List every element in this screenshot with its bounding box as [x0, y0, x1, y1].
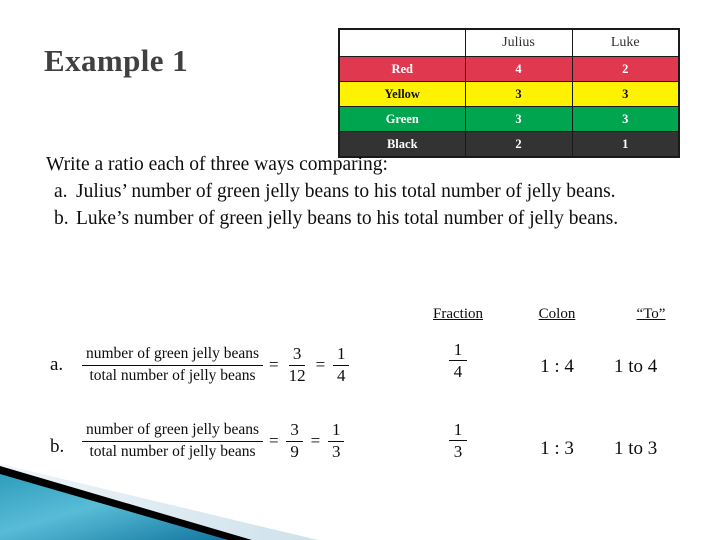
- word-fraction-b: number of green jelly beans total number…: [82, 421, 264, 461]
- teal-wedge-shape: [0, 474, 228, 540]
- answer-b-fraction-numerator: 1: [448, 420, 468, 442]
- prompt-item-a-text: Julius’ number of green jelly beans to h…: [76, 180, 616, 202]
- raw-fraction-a: 3 12: [285, 344, 310, 385]
- table-header-row: Julius Luke: [338, 28, 680, 57]
- answer-a-colon: 1 : 4: [540, 356, 574, 377]
- answer-a-fraction: 1 4: [416, 340, 500, 381]
- cell-red-luke: 2: [571, 56, 680, 82]
- table-row: Yellow 3 3: [338, 81, 680, 107]
- raw-fraction-a-numerator: 3: [288, 344, 306, 366]
- column-header-colon: Colon: [538, 306, 576, 322]
- answer-b-fraction-denominator: 3: [453, 442, 463, 462]
- question-prompt: Write a ratio each of three ways compari…: [46, 152, 686, 233]
- simplified-fraction-a-numerator: 1: [332, 344, 350, 366]
- prompt-item-b-text: Luke’s number of green jelly beans to hi…: [76, 207, 619, 229]
- cell-green-julius: 3: [464, 106, 573, 132]
- word-fraction-b-numerator: number of green jelly beans: [82, 421, 264, 442]
- slide-canvas: Example 1 Julius Luke Red 4 2 Yellow 3 3: [0, 0, 720, 540]
- answer-row-a-marker: a.: [50, 354, 64, 375]
- raw-fraction-a-denominator: 12: [288, 365, 306, 385]
- answer-row-b-marker: b.: [50, 436, 65, 457]
- word-fraction-a: number of green jelly beans total number…: [82, 345, 264, 385]
- table-body: Red 4 2 Yellow 3 3 Green 3 3 Black 2 1: [338, 56, 680, 158]
- equals-sign-a-2: =: [315, 355, 326, 374]
- column-header-fraction: Fraction: [433, 306, 483, 322]
- answer-b-fraction: 1 3: [416, 420, 500, 461]
- table-corner-cell: [338, 28, 466, 57]
- simplified-fraction-b: 1 3: [326, 420, 346, 461]
- cell-green-luke: 3: [571, 106, 680, 132]
- prompt-item-a: a. Julius’ number of green jelly beans to…: [54, 179, 686, 206]
- jelly-bean-count-table: Julius Luke Red 4 2 Yellow 3 3 Green 3 3…: [338, 28, 680, 158]
- prompt-item-b: b. Luke’s number of green jelly beans to …: [54, 206, 686, 233]
- answer-row-b: b. number of green jelly beans total num…: [46, 410, 706, 476]
- cell-yellow-luke: 3: [571, 81, 680, 107]
- simplified-fraction-a-denominator: 4: [336, 365, 346, 385]
- row-label-yellow: Yellow: [338, 81, 466, 107]
- answer-a-fraction-box: 1 4: [448, 340, 468, 382]
- simplified-fraction-b-numerator: 1: [327, 420, 345, 442]
- word-fraction-a-numerator: number of green jelly beans: [82, 345, 264, 366]
- equals-sign-b-1: =: [269, 431, 279, 450]
- answer-row-a-expression: number of green jelly beans total number…: [82, 334, 351, 396]
- equals-sign-a-1: =: [269, 355, 279, 374]
- raw-fraction-b: 3 9: [285, 420, 305, 461]
- raw-fraction-b-denominator: 9: [290, 441, 299, 461]
- cell-yellow-julius: 3: [464, 81, 573, 107]
- prompt-lead: Write a ratio each of three ways compari…: [46, 154, 388, 175]
- answer-b-colon: 1 : 3: [540, 438, 574, 459]
- answer-a-to: 1 to 4: [614, 356, 658, 377]
- answer-a-fraction-denominator: 4: [453, 362, 463, 382]
- row-label-green: Green: [338, 106, 466, 132]
- black-stripe-shape: [0, 466, 252, 540]
- table-row: Red 4 2: [338, 56, 680, 82]
- simplified-fraction-b-denominator: 3: [331, 441, 341, 461]
- row-label-red: Red: [338, 56, 466, 82]
- equals-sign-b-2: =: [310, 431, 321, 450]
- column-header-to: “To”: [636, 306, 666, 322]
- page-title: Example 1: [44, 43, 188, 78]
- answer-row-a: a. number of green jelly beans total num…: [46, 334, 706, 400]
- table-header: Julius Luke: [338, 28, 680, 57]
- raw-fraction-b-numerator: 3: [286, 420, 303, 442]
- column-header-julius: Julius: [464, 28, 573, 57]
- simplified-fraction-a: 1 4: [331, 344, 351, 385]
- answer-column-headers: Fraction Colon “To”: [46, 306, 706, 330]
- answer-row-b-expression: number of green jelly beans total number…: [82, 410, 346, 472]
- cell-red-julius: 4: [464, 56, 573, 82]
- answer-a-fraction-numerator: 1: [448, 340, 468, 362]
- answer-b-to: 1 to 3: [614, 438, 658, 459]
- prompt-item-a-marker: a.: [54, 180, 68, 202]
- column-header-luke: Luke: [571, 28, 680, 57]
- answer-b-fraction-box: 1 3: [448, 420, 468, 462]
- word-fraction-b-denominator: total number of jelly beans: [89, 442, 256, 460]
- prompt-item-b-marker: b.: [54, 207, 69, 229]
- word-fraction-a-denominator: total number of jelly beans: [89, 366, 256, 384]
- table-row: Green 3 3: [338, 106, 680, 132]
